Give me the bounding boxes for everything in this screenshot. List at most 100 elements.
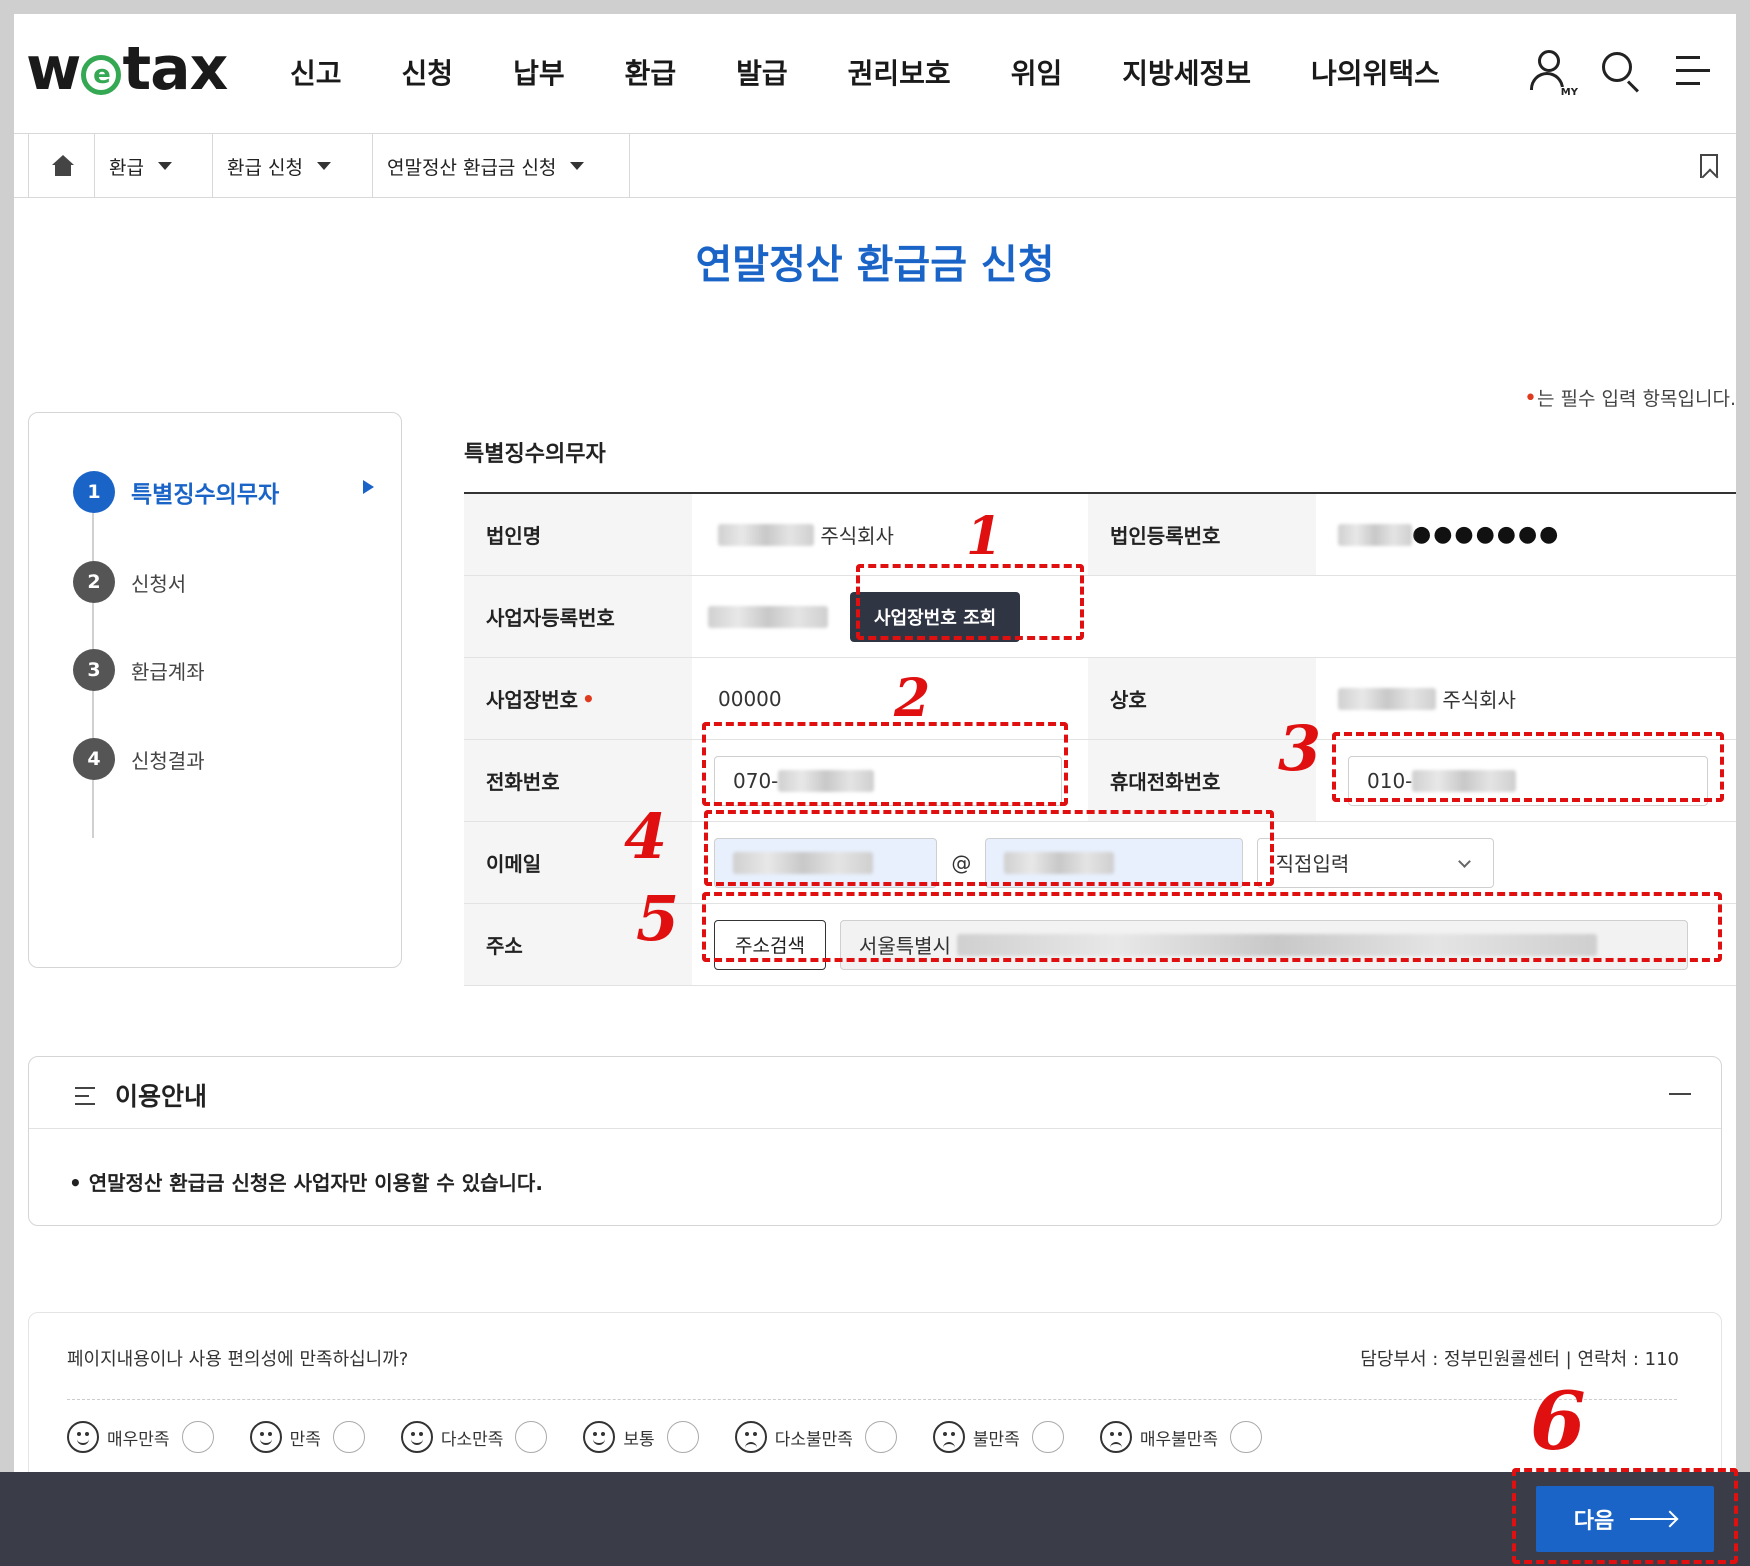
breadcrumb-refund-apply[interactable]: 환급 신청 xyxy=(212,134,372,198)
step-number: 1 xyxy=(73,471,115,513)
nav-item-local-tax-info[interactable]: 지방세정보 xyxy=(1122,52,1251,92)
my-tag: MY xyxy=(1560,87,1578,98)
step-number: 3 xyxy=(73,649,115,691)
email-domain-select[interactable]: 직접입력 xyxy=(1256,837,1494,888)
step-label: 신청서 xyxy=(131,571,187,596)
form-row: 사업장번호 • 00000 상호 주식회사 xyxy=(464,658,1736,740)
survey-radio[interactable] xyxy=(515,1421,548,1453)
annotation-box-5 xyxy=(702,892,1722,962)
form-row: 사업자등록번호 사업장번호 조회 xyxy=(464,576,1736,658)
survey-option-somewhat-dissatisfied[interactable]: 다소불만족 xyxy=(734,1421,897,1453)
survey-radio[interactable] xyxy=(332,1421,365,1453)
corp-name-label: 법인명 xyxy=(464,494,692,575)
annotation-number-5: 5 xyxy=(636,882,680,955)
nav-item-issue[interactable]: 발급 xyxy=(736,52,788,92)
caret-down-icon xyxy=(570,162,585,170)
main-nav: 신고 신청 납부 환급 발급 권리보호 위임 지방세정보 나의위택스 xyxy=(290,52,1500,92)
nav-item-pay[interactable]: 납부 xyxy=(513,52,565,92)
breadcrumb-label: 환급 신청 xyxy=(227,156,303,179)
annotation-number-2: 2 xyxy=(894,668,931,729)
withholder-form: 법인명 주식회사 법인등록번호 ●●●●●●● 사업자등록번호 사업장번호 조회… xyxy=(464,492,1736,986)
survey-radio[interactable] xyxy=(666,1421,699,1453)
very-happy-face-icon xyxy=(67,1421,99,1453)
annotation-number-4: 4 xyxy=(624,800,668,873)
step-number: 4 xyxy=(73,738,115,780)
header-icons: MY xyxy=(1526,48,1716,98)
annotation-box-6 xyxy=(1512,1468,1738,1564)
company-value: 주식회사 xyxy=(1338,658,1718,739)
breadcrumb-label: 환급 xyxy=(109,156,144,179)
annotation-box-1 xyxy=(856,564,1084,640)
usage-guide-header[interactable]: 이용안내 xyxy=(29,1057,1721,1129)
step-label: 특별징수의무자 xyxy=(131,482,280,508)
annotation-box-3 xyxy=(1332,732,1724,802)
breadcrumb: 환급 환급 신청 연말정산 환급금 신청 xyxy=(14,134,1736,198)
frown-face-icon xyxy=(734,1421,767,1453)
usage-guide-text: • 연말정산 환급금 신청은 사업자만 이용할 수 있습니다. xyxy=(69,1171,543,1195)
corp-reg-label: 법인등록번호 xyxy=(1088,494,1316,575)
usage-guide-title: 이용안내 xyxy=(115,1082,208,1111)
survey-radio[interactable] xyxy=(181,1421,214,1453)
nav-item-rights[interactable]: 권리보호 xyxy=(848,52,951,92)
survey-radio[interactable] xyxy=(1031,1421,1064,1453)
required-note: •는 필수 입력 항목입니다. xyxy=(1524,386,1736,411)
happy-face-icon xyxy=(249,1421,282,1453)
survey-radio[interactable] xyxy=(864,1421,897,1453)
collapse-icon[interactable] xyxy=(1669,1093,1691,1095)
menu-icon[interactable] xyxy=(1670,48,1716,94)
nav-item-delegation[interactable]: 위임 xyxy=(1011,52,1063,92)
step-1[interactable]: 1 특별징수의무자 xyxy=(73,471,279,513)
active-step-arrow-icon xyxy=(363,480,374,494)
step-label: 환급계좌 xyxy=(131,659,205,684)
biz-reg-label: 사업자등록번호 xyxy=(464,576,692,657)
usage-guide: 이용안내 • 연말정산 환급금 신청은 사업자만 이용할 수 있습니다. xyxy=(28,1056,1722,1226)
nav-item-report[interactable]: 신고 xyxy=(290,52,342,92)
nav-item-refund[interactable]: 환급 xyxy=(625,52,677,92)
caret-down-icon xyxy=(157,162,172,170)
breadcrumb-label: 연말정산 환급금 신청 xyxy=(387,156,557,179)
caret-down-icon xyxy=(316,162,331,170)
chevron-down-icon xyxy=(1458,854,1471,868)
annotation-number-3: 3 xyxy=(1278,712,1322,785)
step-4[interactable]: 4 신청결과 xyxy=(73,738,205,780)
annotation-number-1: 1 xyxy=(966,506,1003,567)
bottom-action-bar xyxy=(0,1472,1750,1566)
survey-option-very-satisfied[interactable]: 매우만족 xyxy=(67,1421,214,1453)
annotation-box-2 xyxy=(702,722,1068,806)
survey-radio[interactable] xyxy=(1230,1421,1263,1453)
guide-list-icon xyxy=(75,1085,103,1107)
form-row: 법인명 주식회사 법인등록번호 ●●●●●●● xyxy=(464,494,1736,576)
angry-face-icon xyxy=(1099,1421,1132,1453)
nav-item-apply[interactable]: 신청 xyxy=(402,52,454,92)
nav-item-my-wetax[interactable]: 나의위택스 xyxy=(1311,52,1440,92)
page-frame: w e tax 신고 신청 납부 환급 발급 권리보호 위임 지방세정보 나의위택스… xyxy=(14,14,1736,1566)
breadcrumb-home[interactable] xyxy=(28,134,94,198)
wetax-logo[interactable]: w e tax xyxy=(26,34,228,104)
smile-face-icon xyxy=(400,1421,433,1453)
breadcrumb-refund[interactable]: 환급 xyxy=(94,134,212,198)
search-icon[interactable] xyxy=(1598,48,1644,94)
survey-dept-info: 담당부서 : 정부민원콜센터 | 연락처 : 110 xyxy=(1360,1349,1679,1370)
survey-option-neutral[interactable]: 보통 xyxy=(583,1421,699,1453)
bookmark-icon[interactable] xyxy=(1700,154,1718,178)
page-title: 연말정산 환급금 신청 xyxy=(695,242,1055,288)
annotation-number-6: 6 xyxy=(1530,1374,1586,1468)
my-page-icon[interactable]: MY xyxy=(1526,48,1578,98)
survey-option-satisfied[interactable]: 만족 xyxy=(249,1421,365,1453)
section-title: 특별징수의무자 xyxy=(464,442,606,467)
survey-option-very-dissatisfied[interactable]: 매우불만족 xyxy=(1099,1421,1263,1453)
survey-option-dissatisfied[interactable]: 불만족 xyxy=(932,1421,1064,1453)
sad-face-icon xyxy=(932,1421,965,1453)
annotation-box-4 xyxy=(704,810,1274,886)
corp-reg-value: ●●●●●●● xyxy=(1338,494,1718,575)
step-panel: 1 특별징수의무자 2 신청서 3 환급계좌 4 신청결과 xyxy=(28,412,402,968)
step-3[interactable]: 3 환급계좌 xyxy=(73,649,205,691)
step-label: 신청결과 xyxy=(131,748,205,773)
survey-options: 매우만족 만족 다소만족 보통 다소불만족 불만족 매우불만족 xyxy=(67,1421,1298,1453)
global-header: w e tax 신고 신청 납부 환급 발급 권리보호 위임 지방세정보 나의위택스… xyxy=(14,14,1736,134)
step-number: 2 xyxy=(73,561,115,603)
breadcrumb-yearend-refund[interactable]: 연말정산 환급금 신청 xyxy=(372,134,630,198)
survey-option-somewhat-satisfied[interactable]: 다소만족 xyxy=(400,1421,548,1453)
corp-name-value: 주식회사 xyxy=(718,494,1068,575)
step-2[interactable]: 2 신청서 xyxy=(73,561,186,603)
